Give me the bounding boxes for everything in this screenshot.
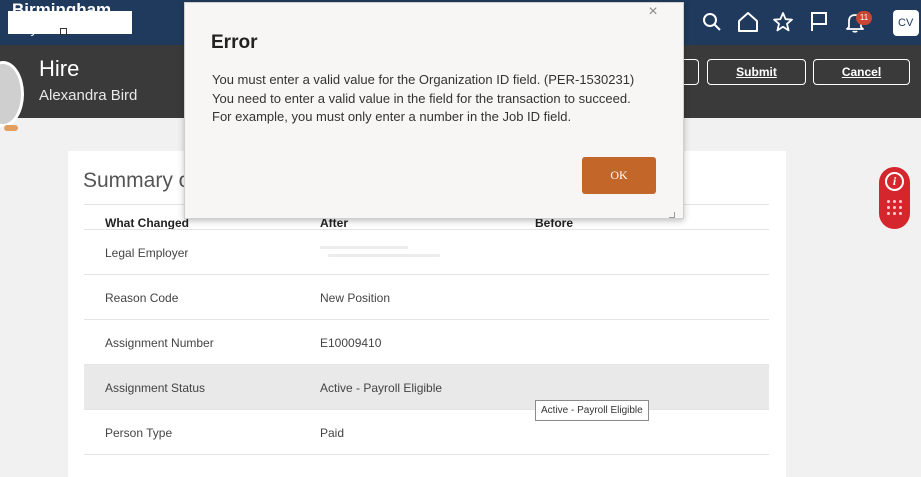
row-label: Reason Code [105, 291, 179, 305]
brand-redaction [8, 11, 132, 35]
search-icon[interactable] [700, 10, 724, 34]
close-icon[interactable]: × [645, 4, 661, 20]
row-after-value: Paid [320, 426, 345, 440]
row-label: Assignment Status [105, 381, 206, 395]
table-row: Assignment Status Active - Payroll Eligi… [84, 365, 769, 410]
home-icon[interactable] [736, 10, 760, 34]
column-header-what-changed: What Changed [105, 216, 189, 230]
dialog-title: Error [211, 32, 258, 53]
row-label: Person Type [105, 426, 173, 440]
resize-handle[interactable] [669, 212, 675, 218]
error-message-line: You must enter a valid value for the Org… [212, 72, 635, 87]
error-message-line: For example, you must only enter a numbe… [212, 109, 572, 124]
table-row: Legal Employer [84, 230, 769, 275]
redacted-value [320, 242, 440, 262]
person-avatar [0, 61, 24, 127]
value-tooltip: Active - Payroll Eligible [535, 400, 649, 421]
table-row: Person Type Paid [84, 410, 769, 455]
person-name: Alexandra Bird [39, 87, 138, 104]
flag-icon[interactable] [807, 10, 831, 34]
row-label: Legal Employer [105, 246, 189, 260]
ok-button[interactable]: OK [582, 157, 656, 194]
info-icon[interactable]: i [885, 172, 904, 191]
notification-count-badge: 11 [856, 11, 872, 25]
star-icon[interactable] [771, 10, 795, 34]
cancel-button[interactable]: Cancel [813, 59, 910, 85]
table-row: Assignment Number E10009410 [84, 320, 769, 365]
row-label: Assignment Number [105, 336, 214, 350]
page-title: Hire [39, 56, 80, 81]
row-after-value: New Position [320, 291, 391, 305]
help-badge[interactable]: i [879, 167, 910, 229]
submit-button[interactable]: Submit [707, 59, 806, 85]
row-after-value: E10009410 [320, 336, 382, 350]
avatar-status-tag [4, 125, 18, 131]
table-row: Reason Code New Position [84, 275, 769, 320]
app-root: Birmingham City Council 11 CV Hire Alexa… [0, 0, 921, 477]
apps-grid-icon[interactable] [887, 200, 903, 218]
error-dialog: × Error You must enter a valid value for… [184, 2, 684, 219]
user-avatar[interactable]: CV [893, 10, 919, 36]
row-after-value: Active - Payroll Eligible [320, 381, 443, 395]
error-message-line: You need to enter a valid value in the f… [212, 91, 631, 106]
